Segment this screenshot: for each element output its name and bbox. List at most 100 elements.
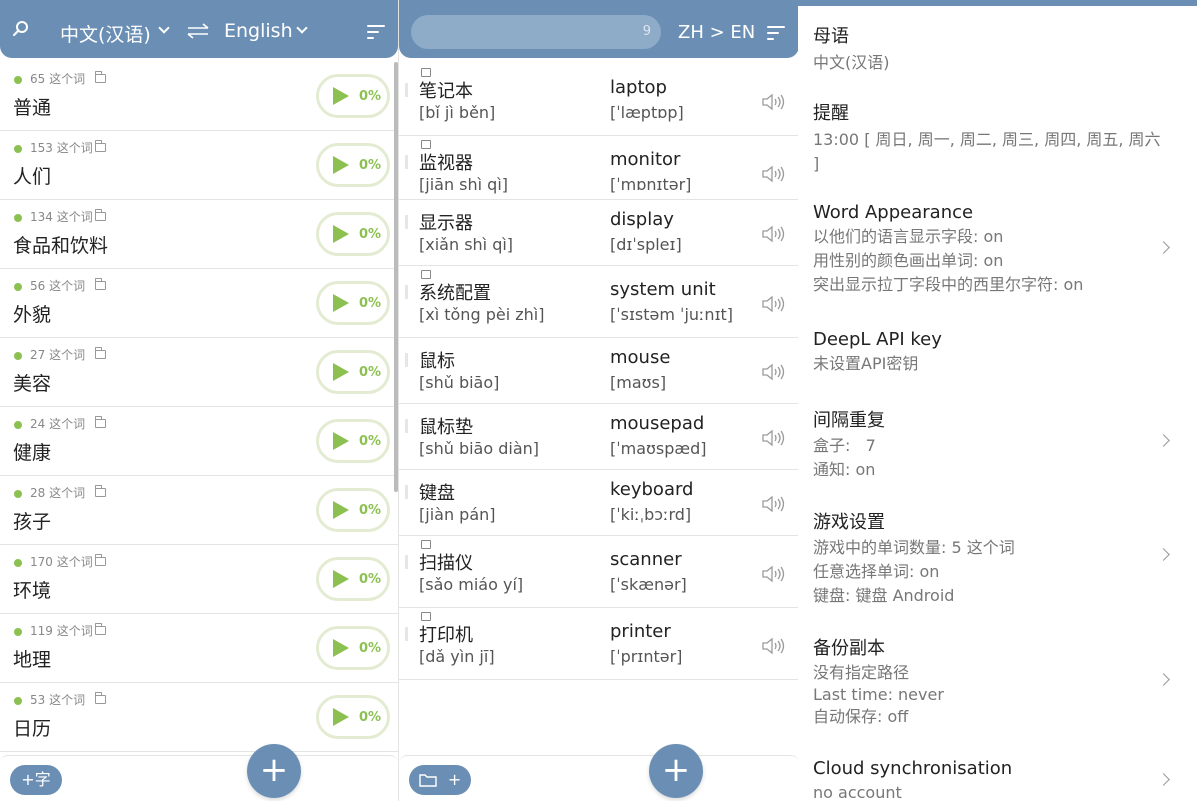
image-icon: [421, 140, 431, 149]
category-row[interactable]: 134 这个词食品和饮料 0%: [0, 200, 398, 269]
chevron-down-icon[interactable]: [296, 22, 308, 34]
word-pinyin: [xì tǒng pèi zhì]: [419, 305, 545, 324]
word-row[interactable]: 键盘 [jiàn pán] keyboard [ˈkiːˌbɔːrd]: [399, 470, 798, 536]
sort-icon[interactable]: [367, 25, 385, 43]
play-button[interactable]: 0%: [316, 695, 390, 739]
play-button[interactable]: 0%: [316, 74, 390, 118]
word-row[interactable]: 系统配置 [xì tǒng pèi zhì] system unit [ˈsɪstəm…: [399, 266, 798, 338]
setting-line: 没有指定路径: [813, 663, 910, 682]
speaker-icon[interactable]: [761, 428, 785, 448]
setting-line: 任意选择单词: on: [813, 562, 940, 581]
status-dot: [14, 283, 22, 291]
speaker-icon[interactable]: [761, 494, 785, 514]
setting-deepl-api-key[interactable]: DeepL API key 未设置API密钥: [813, 329, 1183, 376]
word-count: 134 这个词: [30, 210, 93, 224]
category-row[interactable]: 170 这个词 环境 0%: [0, 545, 398, 614]
word-ipa: [ˈsɪstəm ˈjuːnɪt]: [610, 305, 734, 324]
category-row[interactable]: 24 这个词 健康 0%: [0, 407, 398, 476]
play-button[interactable]: 0%: [316, 143, 390, 187]
word-count: 65 这个词: [30, 72, 86, 86]
progress-percent: 0%: [359, 503, 382, 518]
play-icon: [333, 225, 349, 243]
categories-panel: 中文(汉语) English 65 这个词 普通 0% 153 这个词 人们 0% 134 …: [0, 0, 398, 801]
setting-game-settings[interactable]: 游戏设置 游戏中的单词数量: 5 这个词 任意选择单词: on 键盘: 键盘 A…: [813, 508, 1183, 608]
play-button[interactable]: 0%: [316, 212, 390, 256]
speaker-icon[interactable]: [761, 294, 785, 314]
category-row[interactable]: 53 这个词 日历 0%: [0, 683, 398, 752]
add-folder-button[interactable]: +: [409, 765, 471, 795]
play-button[interactable]: 0%: [316, 488, 390, 532]
word-row[interactable]: 监视器 [jiān shì qì] monitor [ˈmɒnɪtər]: [399, 136, 798, 200]
folder-icon: [95, 71, 106, 83]
setting-line: 突出显示拉丁字段中的西里尔字符: on: [813, 275, 1084, 294]
setting-reminder[interactable]: 提醒 13:00 [ 周日, 周一, 周二, 周三, 周四, 周五, 周六 ]: [813, 99, 1163, 176]
setting-spaced-repetition[interactable]: 间隔重复 盒子: 7 通知: on: [813, 406, 1183, 482]
word-count: 119 这个词: [30, 624, 93, 638]
direction-toggle[interactable]: ZH > EN: [678, 22, 755, 43]
image-icon: [421, 68, 431, 77]
row-marker: [405, 155, 408, 169]
swap-icon[interactable]: [186, 22, 210, 44]
category-row[interactable]: 27 这个词 美容 0%: [0, 338, 398, 407]
speaker-icon[interactable]: [761, 636, 785, 656]
search-icon[interactable]: [12, 20, 30, 42]
play-button[interactable]: 0%: [316, 281, 390, 325]
category-row[interactable]: 153 这个词 人们 0%: [0, 131, 398, 200]
setting-line: 游戏中的单词数量: 5 这个词: [813, 538, 1015, 557]
word-english: laptop: [610, 77, 667, 98]
word-row[interactable]: 显示器 [xiǎn shì qì] display [dɪˈspleɪ]: [399, 200, 798, 266]
setting-title: 间隔重复: [813, 410, 885, 431]
word-row[interactable]: 鼠标垫 [shǔ biāo diàn] mousepad [ˈmaʊspæd]: [399, 404, 798, 470]
row-marker: [405, 555, 408, 569]
setting-word-appearance[interactable]: Word Appearance 以他们的语言显示字段: on 用性别的颜色画出单…: [813, 202, 1183, 297]
progress-percent: 0%: [359, 365, 382, 380]
word-ipa: [ˈmaʊspæd]: [610, 439, 707, 458]
progress-percent: 0%: [359, 710, 382, 725]
sort-icon[interactable]: [767, 26, 785, 44]
chevron-down-icon[interactable]: [158, 22, 170, 34]
setting-native-language[interactable]: 母语 中文(汉语): [813, 22, 1183, 75]
play-button[interactable]: 0%: [316, 626, 390, 670]
speaker-icon[interactable]: [761, 564, 785, 584]
setting-backup[interactable]: 备份副本 没有指定路径 Last time: never 自动保存: off: [813, 634, 1183, 728]
settings-panel: 母语 中文(汉语) 提醒 13:00 [ 周日, 周一, 周二, 周三, 周四,…: [798, 0, 1197, 801]
word-row[interactable]: 打印机 [dǎ yìn jī] printer [ˈprɪntər]: [399, 608, 798, 680]
word-pinyin: [xiǎn shì qì]: [419, 235, 514, 254]
status-dot: [14, 214, 22, 222]
add-word-fab[interactable]: +: [649, 744, 703, 798]
category-row[interactable]: 119 这个词 地理 0%: [0, 614, 398, 683]
word-row[interactable]: 鼠标 [shǔ biāo] mouse [maʊs]: [399, 338, 798, 404]
target-language-select[interactable]: English: [224, 20, 293, 42]
category-name: 食品和饮料: [13, 235, 109, 257]
word-english: scanner: [610, 549, 682, 570]
play-button[interactable]: 0%: [316, 419, 390, 463]
word-pinyin: [shǔ biāo]: [419, 373, 500, 392]
category-name: 人们: [13, 166, 52, 188]
setting-cloud-sync[interactable]: Cloud synchronisation no account: [813, 758, 1183, 801]
add-word-button[interactable]: +字: [10, 765, 62, 795]
status-dot: [14, 76, 22, 84]
word-hanzi: 键盘: [419, 483, 455, 504]
folder-add-label: +: [447, 770, 462, 789]
words-panel: 9 ZH > EN 笔记本 [bǐ jì běn] laptop [ˈlæptɒp] 监…: [398, 0, 798, 801]
add-category-button[interactable]: +: [247, 744, 301, 798]
search-input[interactable]: 9: [411, 15, 661, 49]
word-row[interactable]: 扫描仪 [sǎo miáo yí] scanner [ˈskænər]: [399, 536, 798, 608]
play-button[interactable]: 0%: [316, 350, 390, 394]
category-row[interactable]: 56 这个词 外貌 0%: [0, 269, 398, 338]
speaker-icon[interactable]: [761, 362, 785, 382]
speaker-icon[interactable]: [761, 92, 785, 112]
setting-title: 游戏设置: [813, 512, 885, 533]
category-row[interactable]: 28 这个词 孩子 0%: [0, 476, 398, 545]
word-row[interactable]: 笔记本 [bǐ jì běn] laptop [ˈlæptɒp]: [399, 64, 798, 136]
word-ipa: [ˈkiːˌbɔːrd]: [610, 505, 692, 524]
source-language-select[interactable]: 中文(汉语): [60, 20, 151, 47]
setting-title: Cloud synchronisation: [813, 758, 1013, 779]
progress-percent: 0%: [359, 434, 382, 449]
speaker-icon[interactable]: [761, 164, 785, 184]
category-row[interactable]: 65 这个词 普通 0%: [0, 62, 398, 131]
speaker-icon[interactable]: [761, 224, 785, 244]
word-count: 53 这个词: [30, 693, 86, 707]
play-button[interactable]: 0%: [316, 557, 390, 601]
setting-line: 以他们的语言显示字段: on: [813, 227, 1004, 246]
